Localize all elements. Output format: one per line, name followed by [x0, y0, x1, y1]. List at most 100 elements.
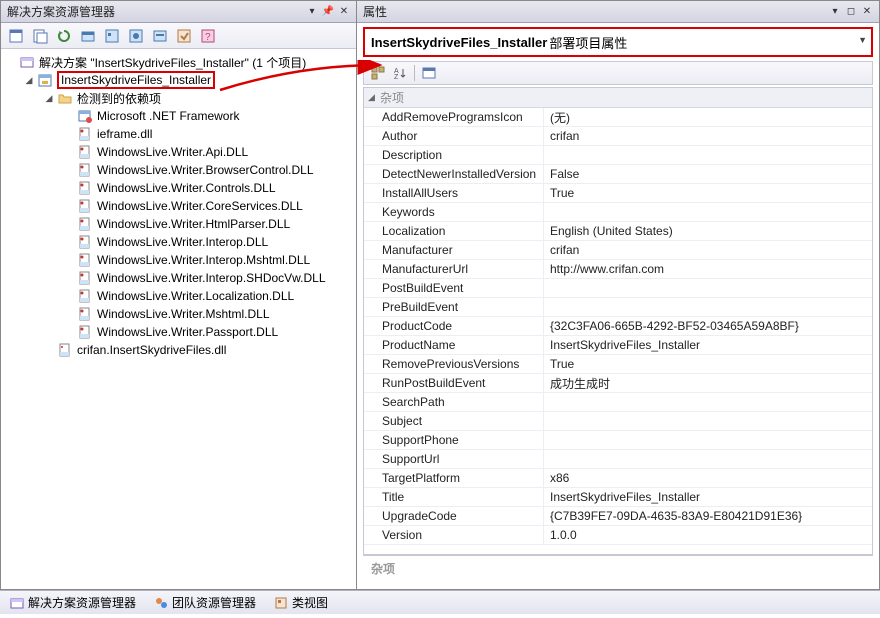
property-value[interactable] [544, 431, 872, 449]
launch-conditions-editor-icon[interactable]: ? [197, 26, 219, 46]
custom-actions-editor-icon[interactable] [173, 26, 195, 46]
property-row[interactable]: RemovePreviousVersionsTrue [364, 355, 872, 374]
properties-title: 属性 [361, 3, 827, 20]
property-value[interactable]: crifan [544, 241, 872, 259]
property-row[interactable]: RunPostBuildEvent成功生成时 [364, 374, 872, 393]
property-row[interactable]: ManufacturerUrlhttp://www.crifan.com [364, 260, 872, 279]
dependency-node[interactable]: WindowsLive.Writer.Interop.DLL [1, 233, 356, 251]
dropdown-icon[interactable]: ▾ [304, 5, 320, 19]
property-value[interactable]: False [544, 165, 872, 183]
dependencies-label: 检测到的依赖项 [77, 90, 161, 107]
property-row[interactable]: TitleInsertSkydriveFiles_Installer [364, 488, 872, 507]
property-row[interactable]: TargetPlatformx86 [364, 469, 872, 488]
property-row[interactable]: SearchPath [364, 393, 872, 412]
property-row[interactable]: Version1.0.0 [364, 526, 872, 545]
chevron-down-icon[interactable]: ◢ [368, 92, 380, 103]
dependency-node[interactable]: WindowsLive.Writer.CoreServices.DLL [1, 197, 356, 215]
show-all-files-icon[interactable] [29, 26, 51, 46]
property-row[interactable]: UpgradeCode{C7B39FE7-09DA-4635-83A9-E804… [364, 507, 872, 526]
property-value[interactable]: x86 [544, 469, 872, 487]
primary-output-node[interactable]: crifan.InsertSkydriveFiles.dll [1, 341, 356, 359]
property-row[interactable]: Authorcrifan [364, 127, 872, 146]
property-row[interactable]: Manufacturercrifan [364, 241, 872, 260]
property-row[interactable]: SupportPhone [364, 431, 872, 450]
property-row[interactable]: DetectNewerInstalledVersionFalse [364, 165, 872, 184]
property-value[interactable]: {C7B39FE7-09DA-4635-83A9-E80421D91E36} [544, 507, 872, 525]
chevron-down-icon[interactable]: ▼ [858, 35, 867, 45]
property-value[interactable]: {32C3FA06-665B-4292-BF52-03465A59A8BF} [544, 317, 872, 335]
property-value[interactable]: crifan [544, 127, 872, 145]
project-node[interactable]: ◢ InsertSkydriveFiles_Installer [1, 71, 356, 89]
property-row[interactable]: PostBuildEvent [364, 279, 872, 298]
property-value[interactable] [544, 450, 872, 468]
file-system-editor-icon[interactable] [77, 26, 99, 46]
ui-editor-icon[interactable] [149, 26, 171, 46]
property-row[interactable]: LocalizationEnglish (United States) [364, 222, 872, 241]
tab-solution-explorer[interactable]: 解决方案资源管理器 [4, 592, 142, 613]
dependency-node[interactable]: WindowsLive.Writer.Localization.DLL [1, 287, 356, 305]
property-value[interactable]: (无) [544, 108, 872, 126]
property-value[interactable]: InsertSkydriveFiles_Installer [544, 336, 872, 354]
category-row[interactable]: ◢ 杂项 [364, 88, 872, 108]
property-row[interactable]: ProductNameInsertSkydriveFiles_Installer [364, 336, 872, 355]
tab-team-explorer[interactable]: 团队资源管理器 [148, 592, 262, 613]
property-value[interactable] [544, 298, 872, 316]
dependencies-folder-node[interactable]: ◢ 检测到的依赖项 [1, 89, 356, 107]
property-value[interactable]: True [544, 355, 872, 373]
property-value[interactable]: InsertSkydriveFiles_Installer [544, 488, 872, 506]
property-row[interactable]: Description [364, 146, 872, 165]
property-value[interactable]: http://www.crifan.com [544, 260, 872, 278]
property-row[interactable]: PreBuildEvent [364, 298, 872, 317]
dependency-node[interactable]: Microsoft .NET Framework [1, 107, 356, 125]
property-value[interactable]: True [544, 184, 872, 202]
property-value[interactable] [544, 279, 872, 297]
property-row[interactable]: SupportUrl [364, 450, 872, 469]
dependency-node[interactable]: WindowsLive.Writer.Passport.DLL [1, 323, 356, 341]
property-pages-icon[interactable] [419, 64, 439, 82]
property-row[interactable]: InstallAllUsersTrue [364, 184, 872, 203]
properties-icon[interactable] [5, 26, 27, 46]
dependency-node[interactable]: WindowsLive.Writer.Mshtml.DLL [1, 305, 356, 323]
property-value[interactable] [544, 393, 872, 411]
categorized-icon[interactable] [368, 64, 388, 82]
close-icon[interactable]: ✕ [859, 5, 875, 19]
dependency-node[interactable]: WindowsLive.Writer.Interop.Mshtml.DLL [1, 251, 356, 269]
property-value[interactable]: 1.0.0 [544, 526, 872, 544]
property-value[interactable]: 成功生成时 [544, 374, 872, 392]
property-name: AddRemoveProgramsIcon [364, 108, 544, 126]
file-types-editor-icon[interactable] [125, 26, 147, 46]
pin-icon[interactable]: 📌 [320, 5, 336, 19]
dependency-label: Microsoft .NET Framework [97, 109, 239, 123]
window-position-icon[interactable]: ◻ [843, 5, 859, 19]
registry-editor-icon[interactable] [101, 26, 123, 46]
property-grid[interactable]: ◢ 杂项 AddRemoveProgramsIcon(无)Authorcrifa… [363, 87, 873, 555]
property-value[interactable]: English (United States) [544, 222, 872, 240]
property-value[interactable] [544, 146, 872, 164]
dependency-node[interactable]: WindowsLive.Writer.Api.DLL [1, 143, 356, 161]
properties-subject-selector[interactable]: InsertSkydriveFiles_Installer 部署项目属性 ▼ [363, 27, 873, 57]
dependency-node[interactable]: WindowsLive.Writer.Interop.SHDocVw.DLL [1, 269, 356, 287]
refresh-icon[interactable] [53, 26, 75, 46]
solution-node[interactable]: 解决方案 "InsertSkydriveFiles_Installer" (1 … [1, 53, 356, 71]
dependency-node[interactable]: WindowsLive.Writer.BrowserControl.DLL [1, 161, 356, 179]
close-icon[interactable]: ✕ [336, 5, 352, 19]
chevron-down-icon[interactable] [5, 56, 17, 68]
property-row[interactable]: Keywords [364, 203, 872, 222]
tab-class-view[interactable]: 类视图 [268, 592, 334, 613]
dependency-icon [77, 270, 93, 286]
dependency-node[interactable]: WindowsLive.Writer.Controls.DLL [1, 179, 356, 197]
chevron-down-icon[interactable]: ◢ [43, 92, 55, 104]
property-value[interactable] [544, 412, 872, 430]
property-row[interactable]: Subject [364, 412, 872, 431]
dropdown-icon[interactable]: ▾ [827, 5, 843, 19]
property-value[interactable] [544, 203, 872, 221]
solution-tree[interactable]: 解决方案 "InsertSkydriveFiles_Installer" (1 … [1, 49, 356, 589]
alphabetical-icon[interactable]: AZ [390, 64, 410, 82]
dependency-node[interactable]: ieframe.dll [1, 125, 356, 143]
property-row[interactable]: AddRemoveProgramsIcon(无) [364, 108, 872, 127]
property-row[interactable]: ProductCode{32C3FA06-665B-4292-BF52-0346… [364, 317, 872, 336]
property-name: Description [364, 146, 544, 164]
dependency-node[interactable]: WindowsLive.Writer.HtmlParser.DLL [1, 215, 356, 233]
solution-label: 解决方案 "InsertSkydriveFiles_Installer" (1 … [39, 54, 306, 71]
chevron-down-icon[interactable]: ◢ [23, 74, 35, 86]
